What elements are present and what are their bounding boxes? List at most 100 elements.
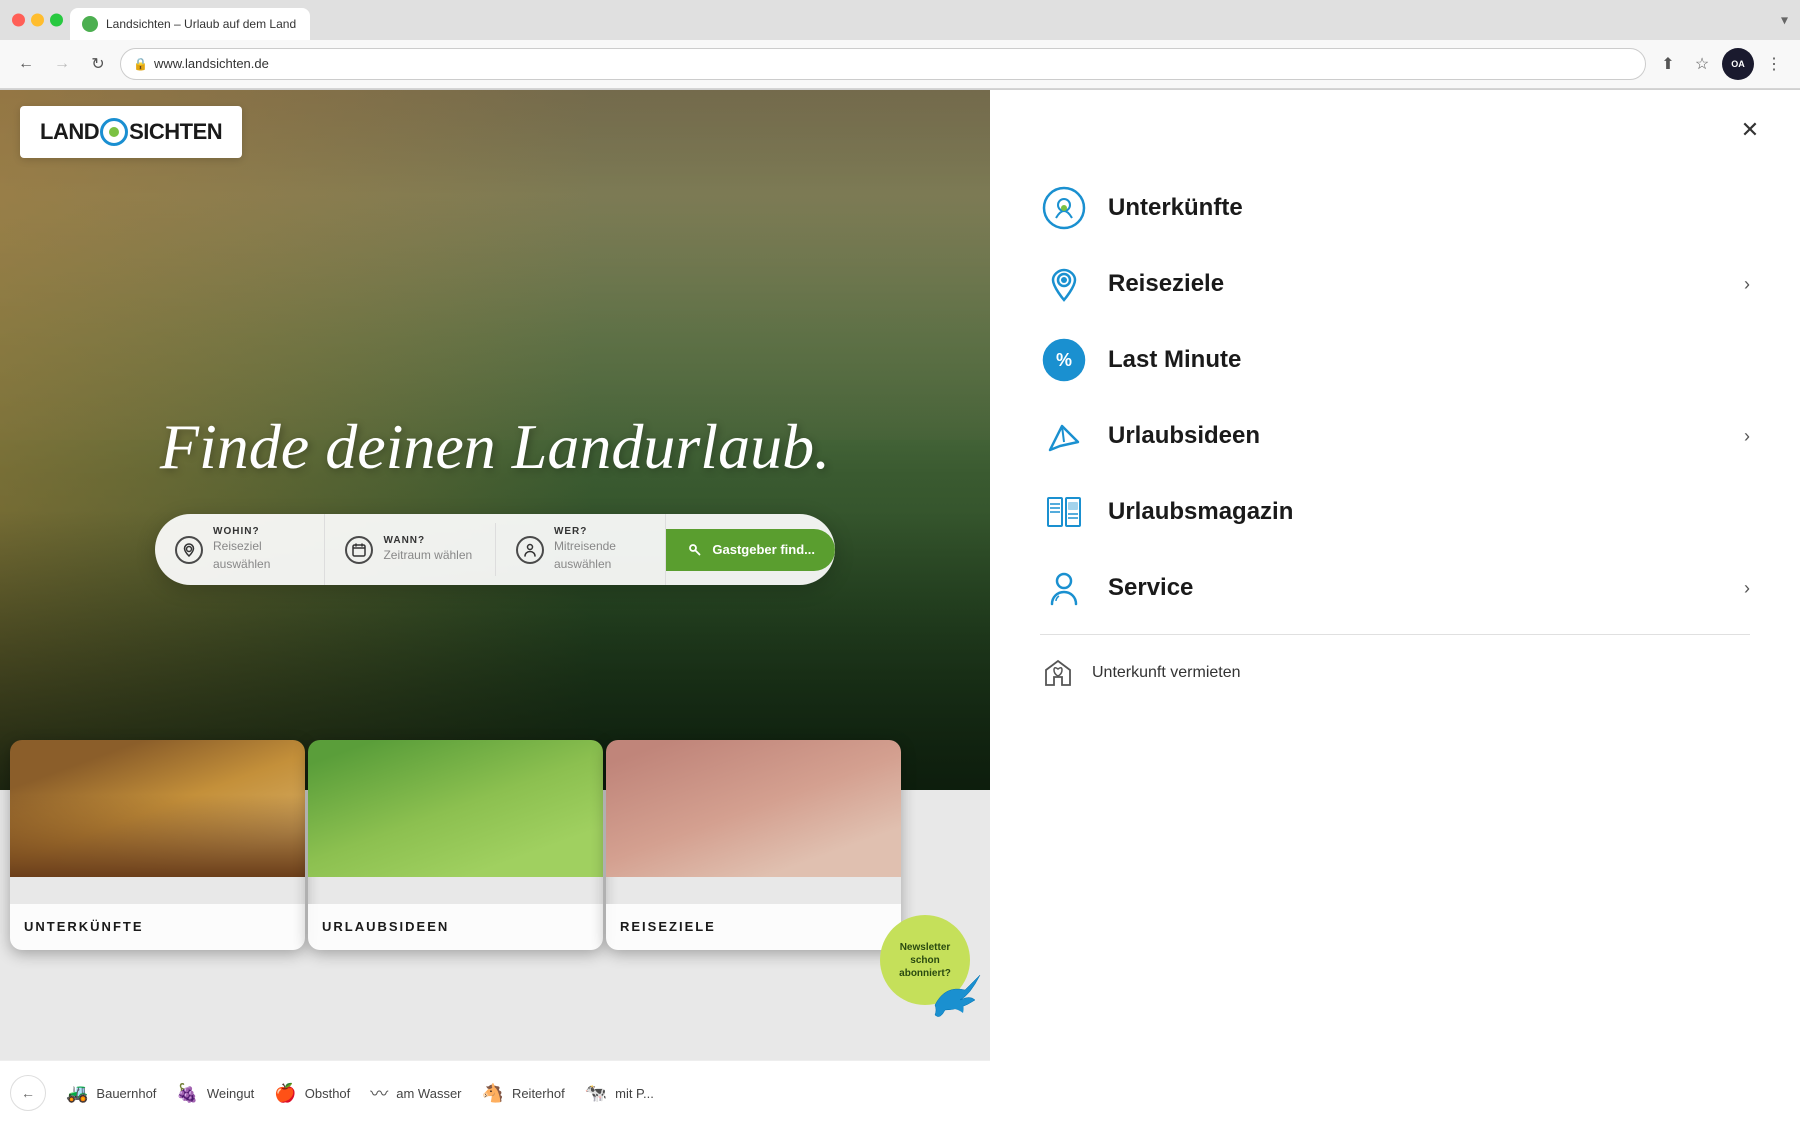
unterkunfte-label: Unterkünfte [1108, 194, 1750, 222]
nav-item-more[interactable]: 🐄 mit P... [585, 1083, 654, 1104]
location-icon [175, 536, 203, 564]
reiseziele-chevron: › [1744, 274, 1750, 295]
nav-item-weingut[interactable]: 🍇 Weingut [176, 1083, 254, 1104]
close-icon: ✕ [1741, 117, 1759, 143]
reiseziele-label: Reiseziele [1108, 270, 1724, 298]
unterkunfte-icon [1040, 184, 1088, 232]
hero-title: Finde deinen Landurlaub. [160, 410, 830, 484]
nav-item-reiterhof[interactable]: 🐴 Reiterhof [482, 1083, 565, 1104]
wer-label: WER? [554, 526, 645, 537]
cards-section: UNTERKÜNFTE URLAUBSIDEEN REISEZIELE [0, 740, 911, 950]
active-tab[interactable]: Landsichten – Urlaub auf dem Land [70, 8, 310, 40]
menu-item-last-minute[interactable]: % Last Minute [1040, 322, 1750, 398]
logo-inner-circle [109, 127, 119, 137]
reload-button[interactable]: ↻ [84, 50, 112, 78]
logo[interactable]: LAND SICHTEN [20, 106, 242, 158]
nav-item-am-wasser[interactable]: 〰 am Wasser [370, 1080, 461, 1106]
last-minute-label: Last Minute [1108, 346, 1750, 374]
bauernhof-icon: 🚜 [66, 1083, 88, 1104]
card-1-overlay: UNTERKÜNFTE [10, 904, 305, 950]
menu-button[interactable]: ⋮ [1760, 50, 1788, 78]
search-btn-icon [686, 541, 704, 559]
urlaubsmagazin-label: Urlaubsmagazin [1108, 498, 1750, 526]
lock-icon: 🔒 [133, 57, 148, 71]
urlaubsmagazin-icon [1040, 488, 1088, 536]
reiterhof-icon: 🐴 [482, 1083, 504, 1104]
persons-icon [516, 536, 544, 564]
obsthof-icon: 🍎 [274, 1083, 296, 1104]
nav-item-bauernhof[interactable]: 🚜 Bauernhof [66, 1083, 156, 1104]
wer-hint: Mitreisende auswählen [554, 539, 616, 571]
vermieten-label: Unterkunft vermieten [1092, 664, 1241, 682]
card-3-overlay: REISEZIELE [606, 904, 901, 950]
logo-icon [100, 118, 128, 146]
reiseziele-icon [1040, 260, 1088, 308]
wohin-content: WOHIN? Reiseziel auswählen [213, 526, 304, 573]
card-urlaubsideen[interactable]: URLAUBSIDEEN [308, 740, 603, 950]
browser-chrome: Landsichten – Urlaub auf dem Land ▾ ← → … [0, 0, 1800, 90]
menu-item-service[interactable]: Service › [1040, 550, 1750, 626]
forward-button[interactable]: → [48, 50, 76, 78]
menu-item-urlaubsmagazin[interactable]: Urlaubsmagazin [1040, 474, 1750, 550]
card-2-image [308, 740, 603, 877]
service-label: Service [1108, 574, 1724, 602]
back-button[interactable]: ← [12, 50, 40, 78]
sub-menu-item-vermieten[interactable]: Unterkunft vermieten [1040, 643, 1750, 703]
am-wasser-icon: 〰 [370, 1080, 388, 1106]
svg-text:%: % [1056, 350, 1072, 370]
urlaubsideen-chevron: › [1744, 426, 1750, 447]
service-chevron: › [1744, 578, 1750, 599]
share-button[interactable]: ⬆ [1654, 50, 1682, 78]
card-2-label: URLAUBSIDEEN [322, 919, 449, 934]
sidebar-close-button[interactable]: ✕ [1730, 110, 1770, 150]
close-traffic-light[interactable] [12, 13, 25, 26]
menu-item-urlaubsideen[interactable]: Urlaubsideen › [1040, 398, 1750, 474]
service-icon [1040, 564, 1088, 612]
urlaubsideen-icon [1040, 412, 1088, 460]
wann-hint: Zeitraum wählen [383, 548, 472, 562]
nav-prev-button[interactable]: ← [10, 1075, 46, 1111]
profile-button[interactable]: OA [1722, 48, 1754, 80]
weingut-icon: 🍇 [176, 1083, 198, 1104]
am-wasser-label: am Wasser [396, 1086, 461, 1101]
browser-toolbar: ← → ↻ 🔒 www.landsichten.de ⬆ ☆ OA ⋮ [0, 40, 1800, 89]
more-icon: 🐄 [585, 1083, 607, 1104]
search-button[interactable]: Gastgeber find... [666, 529, 835, 571]
tab-favicon [82, 16, 98, 32]
menu-item-reiseziele[interactable]: Reiseziele › [1040, 246, 1750, 322]
bookmark-button[interactable]: ☆ [1688, 50, 1716, 78]
minimize-traffic-light[interactable] [31, 13, 44, 26]
address-text: www.landsichten.de [154, 56, 1633, 71]
nav-item-obsthof[interactable]: 🍎 Obsthof [274, 1083, 350, 1104]
weingut-label: Weingut [207, 1086, 254, 1101]
search-bar: WOHIN? Reiseziel auswählen WANN? [155, 514, 835, 585]
card-2-overlay: URLAUBSIDEEN [308, 904, 603, 950]
tab-bar-dropdown[interactable]: ▾ [1781, 11, 1788, 28]
wer-content: WER? Mitreisende auswählen [554, 526, 645, 573]
maximize-traffic-light[interactable] [50, 13, 63, 26]
bottom-nav: ← 🚜 Bauernhof 🍇 Weingut 🍎 Obsthof 〰 am W… [0, 1060, 990, 1125]
wann-label: WANN? [383, 535, 474, 546]
menu-item-unterkunfte[interactable]: Unterkünfte [1040, 170, 1750, 246]
browser-content: LAND SICHTEN Finde deinen Landurlaub. [0, 90, 1800, 1125]
search-field-wohin[interactable]: WOHIN? Reiseziel auswählen [155, 514, 325, 585]
tab-bar: Landsichten – Urlaub auf dem Land ▾ [0, 0, 1800, 40]
card-1-image [10, 740, 305, 877]
logo-part2: SICHTEN [129, 119, 222, 145]
search-field-wer[interactable]: WER? Mitreisende auswählen [496, 514, 666, 585]
search-field-wann[interactable]: WANN? Zeitraum wählen [325, 523, 495, 576]
card-3-label: REISEZIELE [620, 919, 716, 934]
urlaubsideen-label: Urlaubsideen [1108, 422, 1724, 450]
hero-content: Finde deinen Landurlaub. WOHIN? Reisezie… [0, 410, 990, 585]
website-area: LAND SICHTEN Finde deinen Landurlaub. [0, 90, 990, 1125]
card-reiseziele[interactable]: REISEZIELE [606, 740, 901, 950]
bauernhof-label: Bauernhof [96, 1086, 156, 1101]
calendar-icon [345, 536, 373, 564]
card-unterkunfte[interactable]: UNTERKÜNFTE [10, 740, 305, 950]
wohin-label: WOHIN? [213, 526, 304, 537]
last-minute-icon: % [1040, 336, 1088, 384]
address-bar[interactable]: 🔒 www.landsichten.de [120, 48, 1646, 80]
wann-content: WANN? Zeitraum wählen [383, 535, 474, 564]
vermieten-icon [1040, 655, 1076, 691]
reiterhof-label: Reiterhof [512, 1086, 565, 1101]
